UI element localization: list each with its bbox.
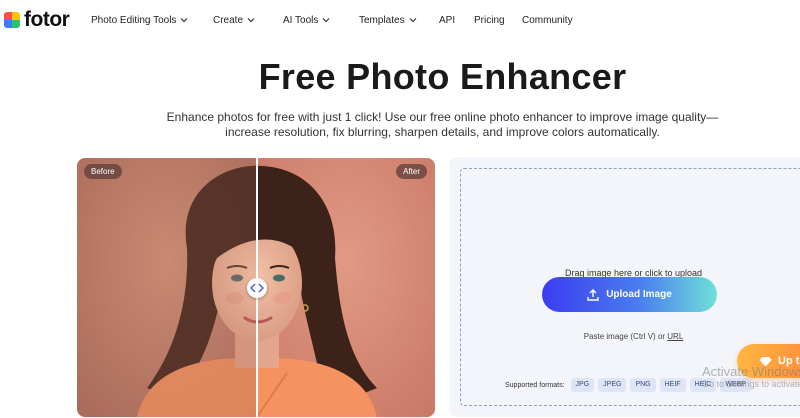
format-badge: HEIC [689, 378, 717, 392]
after-label: After [396, 164, 427, 179]
page-title: Free Photo Enhancer [258, 56, 627, 97]
paste-prefix-text: Paste image (Ctrl V) or [583, 332, 668, 341]
floating-button-label: Up to [778, 355, 800, 367]
nav-item-api[interactable]: API [439, 15, 455, 26]
upload-panel: Drag image here or click to upload Uploa… [449, 157, 800, 417]
before-label: Before [84, 164, 122, 179]
diamond-icon [759, 356, 772, 366]
supported-formats: Supported formats: JPG JPEG PNG HEIF HEI… [505, 378, 751, 392]
nav-item-label: AI Tools [283, 14, 319, 26]
nav-item-label: Create [213, 14, 244, 26]
formats-label: Supported formats: [505, 381, 565, 389]
chevron-down-icon [322, 18, 330, 23]
nav-item-photo-editing-tools[interactable]: Photo Editing Tools [91, 15, 188, 26]
before-after-comparison[interactable]: Before After [77, 158, 435, 417]
upload-image-button[interactable]: Upload Image [542, 277, 717, 312]
compare-slider-handle[interactable] [247, 278, 267, 298]
nav-item-label: Templates [359, 14, 405, 26]
chevron-down-icon [409, 18, 417, 23]
compare-arrows-icon [250, 283, 264, 293]
format-badge: HEIF [659, 378, 686, 392]
logo-text: fotor [24, 8, 70, 31]
format-badge: JPG [570, 378, 595, 392]
page-subtitle: Enhance photos for free with just 1 clic… [166, 110, 719, 139]
paste-instruction: Paste image (Ctrl V) or URL [461, 332, 800, 341]
chevron-down-icon [247, 18, 255, 23]
nav-item-ai-tools[interactable]: AI Tools [283, 15, 330, 26]
format-badge: PNG [630, 378, 656, 392]
nav-item-create[interactable]: Create [213, 15, 255, 26]
page: fotor Photo Editing Tools Create AI Tool… [0, 0, 800, 418]
nav-item-label: Photo Editing Tools [91, 14, 177, 26]
nav-item-label: Community [522, 14, 573, 26]
top-nav: fotor Photo Editing Tools Create AI Tool… [0, 0, 800, 40]
format-badge: JPEG [598, 378, 627, 392]
format-badge: WEBP [720, 378, 751, 392]
chevron-down-icon [181, 18, 188, 23]
nav-item-community[interactable]: Community [522, 15, 573, 26]
fotor-logo[interactable]: fotor [4, 8, 70, 31]
nav-item-pricing[interactable]: Pricing [474, 15, 505, 26]
paste-url-link[interactable]: URL [667, 332, 683, 341]
nav-item-label: Pricing [474, 14, 505, 26]
nav-item-templates[interactable]: Templates [359, 15, 417, 26]
floating-promo-button[interactable]: Up to [737, 344, 800, 378]
nav-item-label: API [439, 14, 456, 26]
upload-button-label: Upload Image [606, 289, 672, 300]
upload-arrow-icon [587, 288, 599, 301]
fotor-logo-icon [4, 11, 20, 28]
